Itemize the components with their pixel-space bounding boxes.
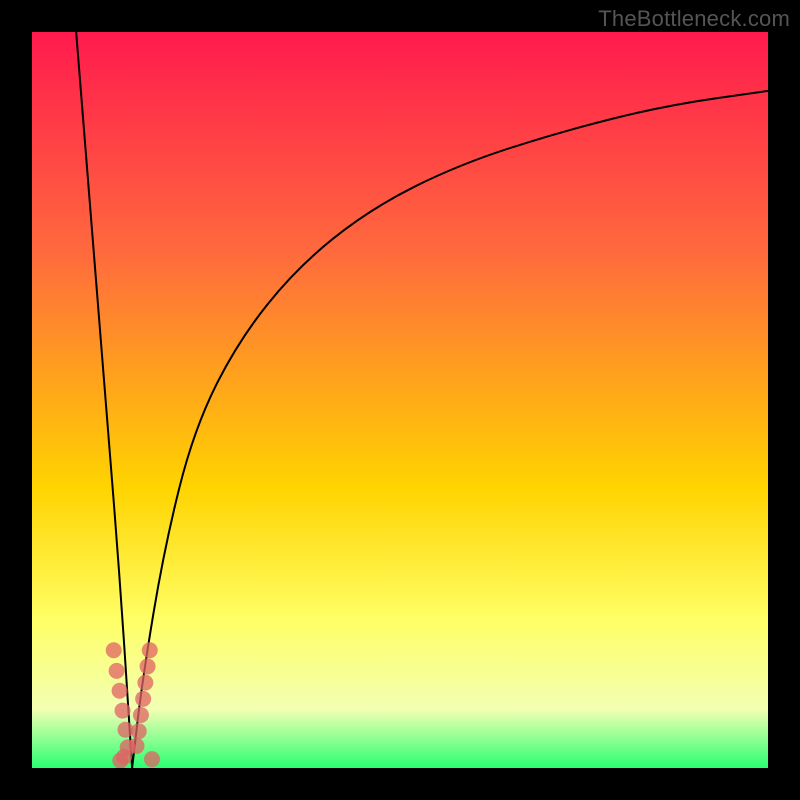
plot-area: [32, 32, 768, 768]
data-marker: [106, 642, 122, 658]
data-marker: [112, 683, 128, 699]
data-marker: [115, 703, 131, 719]
chart-svg: [32, 32, 768, 768]
gradient-background: [32, 32, 768, 768]
data-marker: [133, 707, 149, 723]
data-marker: [144, 751, 160, 767]
data-marker: [129, 738, 145, 754]
data-marker: [131, 723, 147, 739]
data-marker: [109, 663, 125, 679]
chart-frame: TheBottleneck.com: [0, 0, 800, 800]
data-marker: [135, 691, 151, 707]
data-marker: [112, 753, 128, 768]
data-marker: [142, 642, 158, 658]
watermark-text: TheBottleneck.com: [598, 6, 790, 32]
data-marker: [137, 675, 153, 691]
data-marker: [140, 658, 156, 674]
